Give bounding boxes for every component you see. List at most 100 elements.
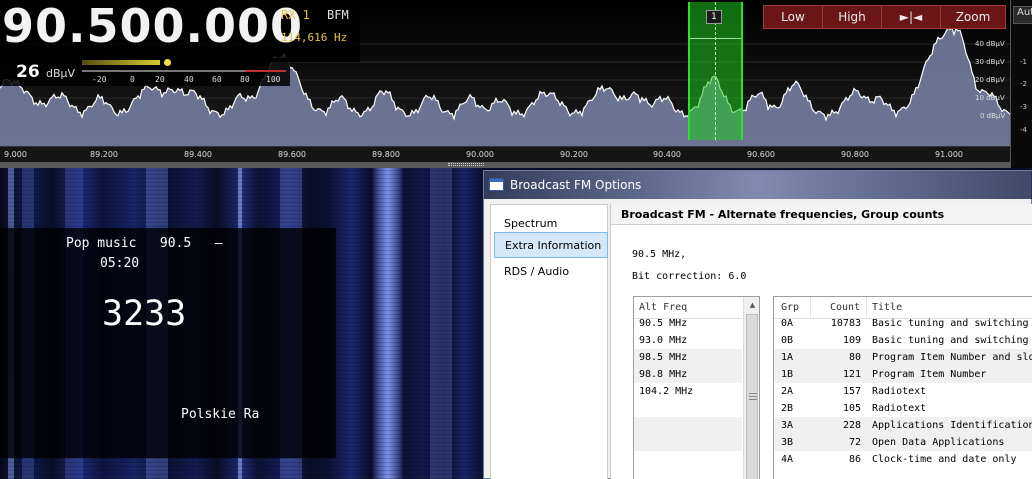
- column-header-count[interactable]: Count: [830, 302, 860, 313]
- table-row[interactable]: 3B 72 Open Data Applications: [774, 434, 1032, 451]
- alt-freq-scrollbar[interactable]: ▲: [743, 297, 759, 479]
- vfo-marker-label[interactable]: 1: [706, 10, 722, 24]
- freq-axis-tick: 90.000: [466, 150, 494, 159]
- cell-count: 121: [842, 369, 861, 380]
- smeter-tick: 80: [240, 75, 250, 84]
- cell-title: Basic tuning and switching: [872, 335, 1029, 346]
- signal-level-value: 26: [16, 62, 40, 82]
- cell-title: Applications Identification: [872, 420, 1032, 431]
- window-icon: [489, 178, 504, 191]
- table-row[interactable]: 0B 109 Basic tuning and switching: [774, 332, 1032, 349]
- cell-title: Clock-time and date only: [872, 454, 1017, 465]
- db-scale-label: 40 dBµV: [975, 40, 1005, 48]
- signal-level-bar: [82, 60, 160, 65]
- column-header-title[interactable]: Title: [872, 302, 902, 313]
- receiver-label[interactable]: RX 1: [281, 8, 310, 22]
- cell-grp: 0A: [781, 318, 794, 329]
- freq-axis-tick: 90.800: [841, 150, 869, 159]
- alt-freq-list[interactable]: Alt Freq 90.5 MHz 93.0 MHz 98.5 MHz 98.8…: [633, 296, 760, 479]
- dialog-titlebar[interactable]: Broadcast FM Options: [484, 171, 1032, 199]
- cell-count: 10783: [830, 318, 861, 329]
- cell-grp: 1A: [781, 352, 794, 363]
- low-button[interactable]: Low: [763, 5, 823, 29]
- frequency-display[interactable]: 90.500.000 RX 1 BFM 114,616 Hz: [0, 0, 360, 62]
- side-db-label: -2: [1020, 80, 1027, 88]
- fit-bandwidth-button[interactable]: ►|◄: [881, 5, 941, 29]
- smeter-tick: 0: [130, 75, 135, 84]
- signal-level-unit: dBµV: [46, 67, 76, 80]
- cell-grp: 2B: [781, 403, 794, 414]
- vfo-filter-line: [690, 38, 741, 39]
- freq-axis-tick: 90.400: [653, 150, 681, 159]
- nav-item-extra-information[interactable]: Extra Information: [494, 232, 608, 258]
- rds-radiotext: Pop music 90.5 –: [66, 236, 223, 251]
- cell-count: 80: [848, 352, 861, 363]
- cell-title: Radiotext: [872, 403, 927, 414]
- freq-axis-tick: 9.000: [4, 150, 27, 159]
- dialog-title: Broadcast FM Options: [510, 178, 642, 192]
- scroll-up-icon[interactable]: ▲: [744, 297, 759, 313]
- table-row[interactable]: 1B 121 Program Item Number: [774, 366, 1032, 383]
- cell-grp: 3B: [781, 437, 794, 448]
- smeter-tick: -20: [92, 75, 107, 84]
- splitter-grip-icon[interactable]: [448, 163, 484, 166]
- nav-item-rds-audio[interactable]: RDS / Audio: [494, 259, 608, 285]
- mode-label[interactable]: BFM: [327, 8, 349, 22]
- auto-button[interactable]: Auto: [1013, 6, 1032, 24]
- table-row[interactable]: 2B 105 Radiotext: [774, 400, 1032, 417]
- column-header-grp[interactable]: Grp: [781, 302, 799, 313]
- smeter-tick: 100: [266, 75, 281, 84]
- cell-grp: 3A: [781, 420, 794, 431]
- side-db-label: -3: [1020, 103, 1027, 111]
- bit-correction: Bit correction: 6.0: [632, 271, 747, 282]
- table-row[interactable]: 0A 10783 Basic tuning and switching: [774, 315, 1032, 332]
- list-item[interactable]: 98.5 MHz: [634, 349, 742, 366]
- cell-grp: 2A: [781, 386, 794, 397]
- db-scale-label: 30 dBµV: [975, 58, 1005, 66]
- list-item-empty: [634, 434, 742, 451]
- vfo-frequency[interactable]: 90.500.000: [2, 2, 303, 50]
- cell-title: Basic tuning and switching: [872, 318, 1029, 329]
- smeter-tick: 40: [184, 75, 194, 84]
- options-nav: Spectrum Extra Information RDS / Audio: [490, 204, 608, 479]
- zoom-button[interactable]: Zoom: [940, 5, 1006, 29]
- rds-overlay: [0, 228, 336, 458]
- broadcast-fm-options-dialog[interactable]: Broadcast FM Options Spectrum Extra Info…: [483, 170, 1032, 479]
- signal-meter-scale: [82, 70, 286, 72]
- list-item[interactable]: 90.5 MHz: [634, 315, 742, 332]
- freq-axis-tick: 91.000: [935, 150, 963, 159]
- cell-title: Open Data Applications: [872, 437, 1005, 448]
- table-row[interactable]: 1A 80 Program Item Number and slo: [774, 349, 1032, 366]
- list-item-empty: [634, 417, 742, 434]
- cell-count: 86: [848, 454, 861, 465]
- cell-count: 72: [848, 437, 861, 448]
- signal-meter: 26 dBµV -20 0 20 40 60 80 100: [0, 58, 290, 86]
- rds-station-name: Polskie Ra: [181, 407, 260, 422]
- high-button[interactable]: High: [822, 5, 882, 29]
- list-item[interactable]: 93.0 MHz: [634, 332, 742, 349]
- list-item[interactable]: 98.8 MHz: [634, 366, 742, 383]
- freq-axis-tick: 89.800: [372, 150, 400, 159]
- cell-count: 228: [842, 420, 861, 431]
- freq-axis-tick: 89.400: [184, 150, 212, 159]
- freq-axis-tick: 90.600: [747, 150, 775, 159]
- frequency-offset: 114,616 Hz: [281, 31, 348, 44]
- table-row[interactable]: 4A 86 Clock-time and date only: [774, 451, 1032, 468]
- db-scale-label: 10 dBµV: [975, 94, 1005, 102]
- smeter-tick: 20: [155, 75, 165, 84]
- side-db-label: -4: [1020, 126, 1027, 134]
- table-row[interactable]: 2A 157 Radiotext: [774, 383, 1032, 400]
- side-db-label: -1: [1020, 58, 1027, 66]
- table-row[interactable]: 3A 228 Applications Identification: [774, 417, 1032, 434]
- current-frequency: 90.5 MHz,: [632, 249, 687, 260]
- group-count-table[interactable]: Grp Count Title 0A 10783 Basic tuning and …: [773, 296, 1032, 479]
- smeter-tick: 60: [212, 75, 222, 84]
- list-item[interactable]: 104.2 MHz: [634, 383, 742, 400]
- cell-grp: 4A: [781, 454, 794, 465]
- freq-axis-tick: 89.200: [90, 150, 118, 159]
- cell-title: Program Item Number: [872, 369, 987, 380]
- cell-count: 109: [842, 335, 861, 346]
- cell-title: Radiotext: [872, 386, 927, 397]
- cell-grp: 1B: [781, 369, 794, 380]
- freq-axis-tick: 89.600: [278, 150, 306, 159]
